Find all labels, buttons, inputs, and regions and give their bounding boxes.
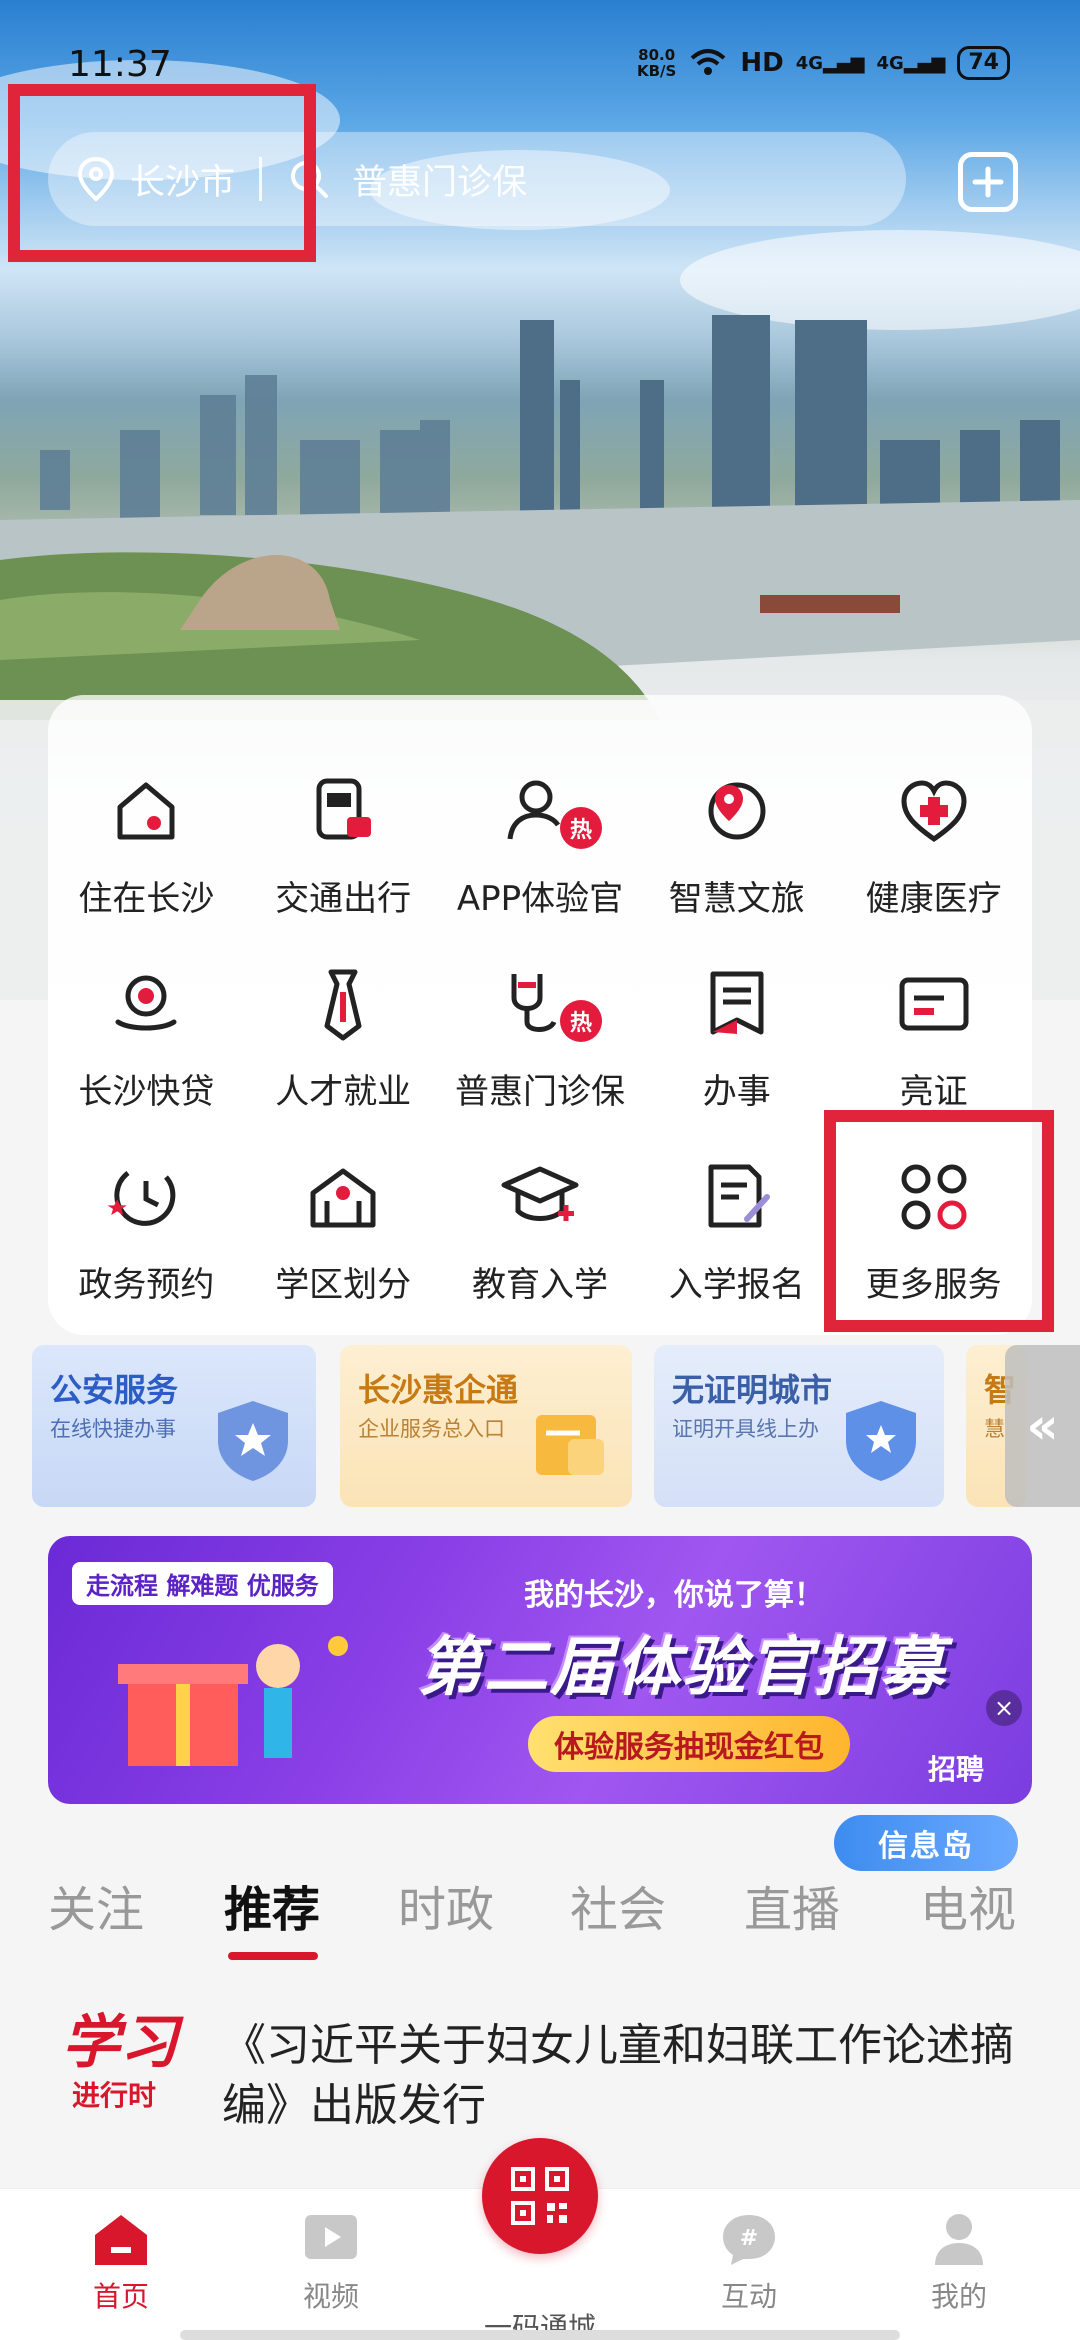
service-school-district[interactable]: 学区划分 bbox=[245, 1131, 442, 1324]
video-icon bbox=[305, 2215, 357, 2259]
chat-hash-icon: # bbox=[723, 2215, 775, 2265]
flag-doc-icon bbox=[710, 971, 764, 1035]
banner-close-icon[interactable]: × bbox=[986, 1690, 1022, 1726]
status-bar: 11:37 80.0 KB/S HD 4G▂▄▆ 4G▂▄▆ 74 bbox=[0, 40, 1080, 90]
banner-title: 第二届体验官招募 bbox=[418, 1631, 946, 1705]
service-zhu-zai-changsha[interactable]: 住在长沙 bbox=[48, 745, 245, 938]
search-placeholder: 普惠门诊保 bbox=[352, 162, 528, 203]
banner-subtitle: 我的长沙，你说了算！ bbox=[524, 1578, 824, 1613]
service-employment[interactable]: 人才就业 bbox=[245, 938, 442, 1131]
location-highlight-box bbox=[8, 84, 316, 262]
plus-icon bbox=[972, 166, 1004, 198]
tab-follow[interactable]: 关注 bbox=[48, 1870, 144, 1940]
service-transit[interactable]: 交通出行 bbox=[245, 745, 442, 938]
service-gov-appointment[interactable]: 政务预约 bbox=[48, 1131, 245, 1324]
signal-4g-2: 4G▂▄▆ bbox=[876, 52, 946, 74]
service-school-registration[interactable]: 入学报名 bbox=[638, 1131, 835, 1324]
shield-icon bbox=[218, 1401, 288, 1481]
tab-tv[interactable]: 电视 bbox=[920, 1870, 1016, 1940]
search-input[interactable]: 普惠门诊保 bbox=[288, 154, 527, 205]
gift-box-icon bbox=[118, 1636, 348, 1766]
graduation-cap-icon bbox=[501, 1166, 579, 1221]
nav-interact[interactable]: # 互动 bbox=[684, 2211, 814, 2315]
hot-badge: 热 bbox=[559, 1000, 602, 1042]
service-app-experience[interactable]: 热 APP体验官 bbox=[442, 745, 639, 938]
person-icon bbox=[935, 2214, 983, 2265]
service-outpatient-insurance[interactable]: 热 普惠门诊保 bbox=[442, 938, 639, 1131]
study-logo: 学习 进行时 bbox=[62, 2008, 179, 2112]
service-education-enroll[interactable]: 教育入学 bbox=[442, 1131, 639, 1324]
info-island-button[interactable]: 信息岛 bbox=[834, 1815, 1018, 1871]
tab-society[interactable]: 社会 bbox=[570, 1870, 666, 1940]
shield-star-icon bbox=[846, 1401, 916, 1481]
service-health[interactable]: 健康医疗 bbox=[835, 745, 1032, 938]
more-services-highlight-box bbox=[824, 1110, 1054, 1332]
home-icon bbox=[95, 2215, 147, 2265]
signal-4g-1: 4G▂▄▆ bbox=[795, 52, 865, 74]
service-show-id[interactable]: 亮证 bbox=[835, 938, 1032, 1131]
qr-code-button[interactable] bbox=[482, 2138, 598, 2254]
category-no-certificate-city[interactable]: 无证明城市 证明开具线上办 bbox=[654, 1345, 944, 1507]
tie-icon bbox=[324, 969, 362, 1041]
service-smart-travel[interactable]: 智慧文旅 bbox=[638, 745, 835, 938]
service-affairs[interactable]: 办事 bbox=[638, 938, 835, 1131]
nav-mine[interactable]: 我的 bbox=[894, 2211, 1024, 2315]
promo-banner[interactable]: 走流程 解难题 优服务 我的长沙，你说了算！ 第二届体验官招募 体验服务抽现金红… bbox=[48, 1536, 1032, 1804]
svg-text:#: # bbox=[740, 2226, 758, 2251]
add-button[interactable] bbox=[958, 152, 1018, 212]
travel-pin-icon bbox=[708, 782, 766, 840]
news-tabs: 关注 推荐 时政 社会 直播 电视 bbox=[0, 1870, 1080, 1950]
network-speed: 80.0 KB/S bbox=[637, 46, 677, 80]
wifi-icon bbox=[691, 49, 726, 75]
nav-home[interactable]: 首页 bbox=[56, 2211, 186, 2315]
money-hand-icon bbox=[115, 975, 177, 1031]
banner-prize: 体验服务抽现金红包 bbox=[528, 1716, 850, 1772]
tab-live[interactable]: 直播 bbox=[744, 1870, 840, 1940]
tab-recommend[interactable]: 推荐 bbox=[224, 1870, 320, 1940]
hd-indicator: HD bbox=[740, 48, 784, 78]
nav-video[interactable]: 视频 bbox=[266, 2211, 396, 2315]
expand-chevron-left-icon[interactable]: « bbox=[1005, 1345, 1080, 1507]
service-quick-loan[interactable]: 长沙快贷 bbox=[48, 938, 245, 1131]
hot-badge: 热 bbox=[559, 807, 602, 849]
transit-icon bbox=[316, 778, 372, 840]
qr-code-icon bbox=[511, 2167, 569, 2225]
home-indicator bbox=[180, 2330, 900, 2340]
battery-indicator: 74 bbox=[957, 46, 1010, 80]
clock-icon bbox=[107, 1171, 176, 1226]
status-time: 11:37 bbox=[68, 44, 172, 85]
category-changsha-huiqitong[interactable]: 长沙惠企通 企业服务总入口 bbox=[340, 1345, 632, 1507]
active-tab-indicator bbox=[228, 1952, 318, 1960]
school-icon bbox=[310, 1168, 376, 1228]
banner-pill: 走流程 解难题 优服务 bbox=[72, 1562, 333, 1605]
heart-plus-icon bbox=[901, 780, 967, 843]
news-title[interactable]: 《习近平关于妇女儿童和妇联工作论述摘编》出版发行 bbox=[222, 2016, 1022, 2136]
category-police-service[interactable]: 公安服务 在线快捷办事 bbox=[32, 1345, 316, 1507]
tab-politics[interactable]: 时政 bbox=[398, 1870, 494, 1940]
id-card-icon bbox=[899, 977, 969, 1031]
home-pin-icon bbox=[117, 782, 175, 840]
folder-icon bbox=[536, 1415, 604, 1475]
banner-recruit: 招聘 bbox=[928, 1753, 985, 1786]
edit-doc-icon bbox=[708, 1164, 770, 1228]
